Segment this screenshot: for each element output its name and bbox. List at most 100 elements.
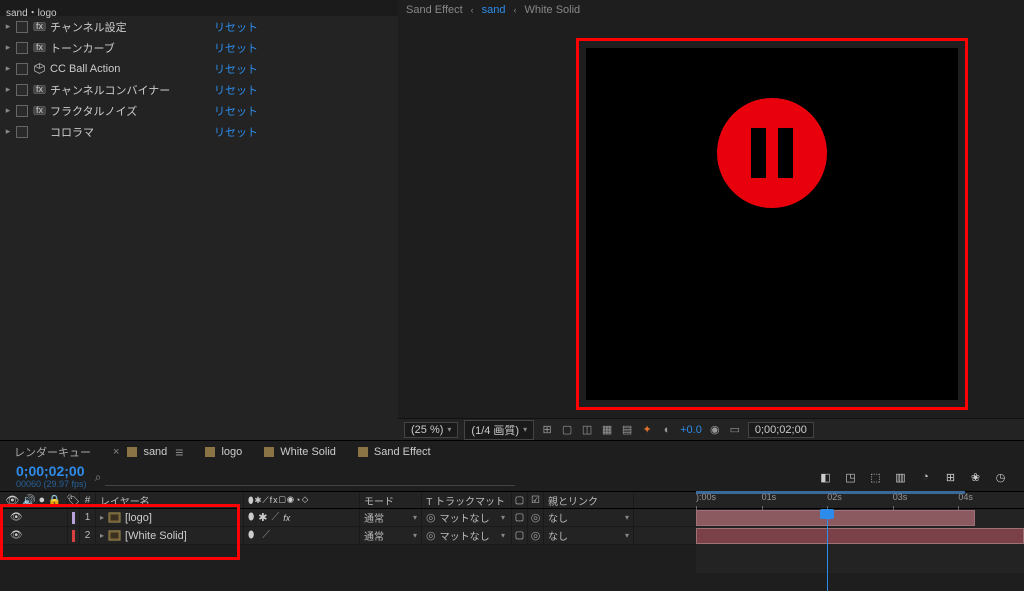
zoom-dropdown[interactable]: (25 %)▾ [404, 422, 458, 438]
region-icon[interactable]: ◫ [580, 423, 594, 437]
twirl-icon[interactable]: ▸ [4, 105, 12, 116]
mask-toggle-icon[interactable]: ▢ [560, 423, 574, 437]
effect-type-icon: fx [32, 20, 46, 34]
exposure-value[interactable]: +0.0 [680, 424, 702, 436]
col-switches: ⬮✱⟋fx▢◉◔◇ [244, 492, 360, 508]
time-ruler[interactable]: ):00s01s02s03s04s05 [696, 491, 1024, 573]
layer-row[interactable]: 👁 1 ▸[logo] ⬮✱⟋fx 通常▾ ◎ マットなし▾ ▢ ◎ なし▾ [0, 509, 696, 527]
layer-bar-2[interactable] [696, 528, 1024, 544]
tab-logo[interactable]: logo [205, 446, 242, 458]
effect-name[interactable]: チャンネルコンバイナー [50, 82, 210, 98]
twirl-icon[interactable]: ▸ [100, 513, 104, 522]
layer-name[interactable]: [White Solid] [125, 530, 187, 542]
fx-enable-checkbox[interactable] [16, 21, 28, 33]
fx-enable-checkbox[interactable] [16, 42, 28, 54]
reset-link[interactable]: リセット [214, 19, 258, 35]
channel-icon[interactable]: ✦ [640, 423, 654, 437]
col-trackmatte-toggle[interactable]: ▢ [512, 492, 528, 508]
timeline-tracks[interactable] [696, 509, 1024, 573]
reset-link[interactable]: リセット [214, 61, 258, 77]
exposure-icon[interactable]: ◐ [660, 423, 674, 437]
guides-icon[interactable]: ▤ [620, 423, 634, 437]
blend-mode-dropdown[interactable]: 通常▾ [360, 509, 422, 526]
twirl-icon[interactable]: ▸ [4, 84, 12, 95]
tab-sand-effect[interactable]: Sand Effect [358, 446, 431, 458]
tab-white-solid[interactable]: White Solid [264, 446, 336, 458]
layer-row[interactable]: 👁 2 ▸[White Solid] ⬮⟋ 通常▾ ◎ マットなし▾ ▢ ◎ な… [0, 527, 696, 545]
comp-flowchart-icon[interactable]: ◧ [818, 470, 833, 485]
trackmatte-dropdown[interactable]: ◎ マットなし▾ [422, 509, 512, 526]
effect-name[interactable]: トーンカーブ [50, 40, 210, 56]
tab-render-queue[interactable]: レンダーキュー [14, 444, 91, 460]
show-snapshot-icon[interactable]: ▭ [728, 423, 742, 437]
parent-dropdown[interactable]: なし▾ [544, 509, 634, 526]
pause-icon [717, 98, 827, 208]
effect-name[interactable]: フラクタルノイズ [50, 103, 210, 119]
fx-enable-checkbox[interactable] [16, 126, 28, 138]
composition-tabs: レンダーキュー × sand ≡ logo White Solid Sand E… [0, 441, 1024, 463]
trackmatte-toggle[interactable]: ▢ [512, 527, 528, 544]
parent-dropdown[interactable]: なし▾ [544, 527, 634, 544]
reset-link[interactable]: リセット [214, 103, 258, 119]
fx-enable-checkbox[interactable] [16, 63, 28, 75]
col-parent-toggle[interactable]: ☑ [528, 492, 544, 508]
snapshot-icon[interactable]: ◉ [708, 423, 722, 437]
col-number: # [80, 492, 96, 508]
col-av-switches: 👁 🔊 ● 🔒 [0, 492, 68, 508]
grid-icon[interactable]: ▦ [600, 423, 614, 437]
fx-enable-checkbox[interactable] [16, 84, 28, 96]
svg-text:fx: fx [36, 21, 43, 31]
motion-blur-icon[interactable]: ◔ [918, 470, 933, 485]
fx-enable-checkbox[interactable] [16, 105, 28, 117]
tab-menu-icon[interactable]: ≡ [175, 444, 183, 460]
transparency-grid-icon[interactable]: ⊞ [540, 423, 554, 437]
reset-link[interactable]: リセット [214, 124, 258, 140]
breadcrumb-item[interactable]: White Solid [525, 4, 581, 16]
layer-search[interactable]: ⌕ [95, 469, 515, 486]
breadcrumb-item[interactable]: Sand Effect [406, 4, 463, 16]
graph-editor-icon[interactable]: ⊞ [943, 470, 958, 485]
panel-title: sand・logo [0, 0, 398, 16]
resolution-dropdown[interactable]: (1/4 画質)▾ [464, 420, 534, 440]
reset-link[interactable]: リセット [214, 40, 258, 56]
pickwhip-icon[interactable]: ◎ [528, 509, 544, 526]
close-icon[interactable]: × [113, 446, 119, 458]
label-swatch[interactable] [72, 530, 75, 542]
trackmatte-toggle[interactable]: ▢ [512, 509, 528, 526]
brain-icon[interactable]: ❀ [968, 470, 983, 485]
twirl-icon[interactable]: ▸ [4, 21, 12, 32]
preview-time[interactable]: 0;00;02;00 [748, 422, 814, 438]
breadcrumb-item-active[interactable]: sand [482, 4, 506, 16]
search-input[interactable] [105, 469, 514, 486]
pickwhip-icon[interactable]: ◎ [528, 527, 544, 544]
tab-sand[interactable]: × sand ≡ [113, 444, 183, 460]
label-swatch[interactable] [72, 512, 75, 524]
effect-name[interactable]: CC Ball Action [50, 63, 210, 75]
stopwatch-icon[interactable]: ◷ [993, 470, 1008, 485]
layer-bar-1[interactable] [696, 510, 975, 526]
viewer-area[interactable] [398, 20, 1024, 418]
reset-link[interactable]: リセット [214, 82, 258, 98]
blend-mode-dropdown[interactable]: 通常▾ [360, 527, 422, 544]
layer-name[interactable]: [logo] [125, 512, 152, 524]
twirl-icon[interactable]: ▸ [100, 531, 104, 540]
ruler-tick: 04s [958, 492, 973, 502]
twirl-icon[interactable]: ▸ [4, 126, 12, 137]
visibility-toggle[interactable]: 👁 [10, 530, 22, 541]
timeline-panel: レンダーキュー × sand ≡ logo White Solid Sand E… [0, 440, 1024, 573]
composition-canvas[interactable] [586, 48, 958, 400]
col-label: 🏷 [68, 492, 80, 508]
visibility-toggle[interactable]: 👁 [10, 512, 22, 523]
trackmatte-dropdown[interactable]: ◎ マットなし▾ [422, 527, 512, 544]
twirl-icon[interactable]: ▸ [4, 63, 12, 74]
draft3d-icon[interactable]: ◳ [843, 470, 858, 485]
shy-icon[interactable]: ⬚ [868, 470, 883, 485]
comp-icon [108, 529, 121, 542]
twirl-icon[interactable]: ▸ [4, 42, 12, 53]
viewer-toolbar: (25 %)▾ (1/4 画質)▾ ⊞ ▢ ◫ ▦ ▤ ✦ ◐ +0.0 ◉ ▭… [398, 418, 1024, 440]
effect-name[interactable]: チャンネル設定 [50, 19, 210, 35]
effect-name[interactable]: コロラマ [50, 124, 210, 140]
frame-blend-icon[interactable]: ▥ [893, 470, 908, 485]
current-time-indicator[interactable] [827, 509, 828, 591]
current-time[interactable]: 0;00;02;00 [16, 464, 87, 479]
